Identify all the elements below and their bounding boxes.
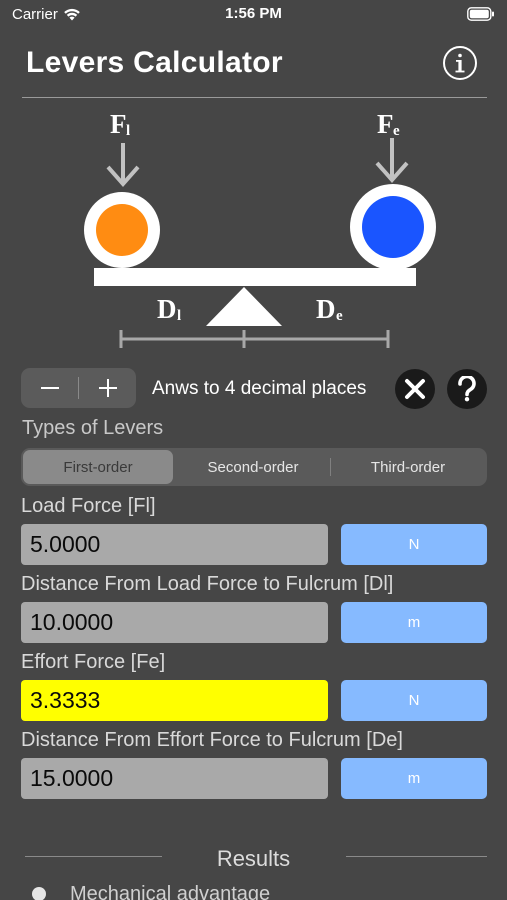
load-distance-label: D (157, 294, 177, 324)
battery-icon (467, 7, 495, 25)
effort-force-subscript: e (393, 123, 400, 139)
decrement-button[interactable] (21, 368, 78, 408)
segment-second-order[interactable]: Second-order (176, 450, 330, 484)
clear-button[interactable] (395, 369, 435, 409)
status-bar: Carrier 1:56 PM (0, 0, 507, 28)
question-mark-icon (458, 376, 476, 402)
lever-type-selector[interactable]: First-order Second-order Third-order (21, 448, 487, 486)
decimal-places-label: Anws to 4 decimal places (152, 378, 367, 399)
load-force-input[interactable]: 5.0000 (21, 524, 328, 565)
load-force-arrow-icon (106, 143, 140, 188)
load-distance-input[interactable]: 10.0000 (21, 602, 328, 643)
fulcrum (206, 287, 282, 326)
result-bullet (32, 887, 46, 900)
result-item: Mechanical advantage (70, 883, 271, 900)
plus-icon (98, 379, 117, 397)
load-distance-unit-button[interactable]: m (341, 602, 487, 643)
load-distance-field-label: Distance From Load Force to Fulcrum [Dl] (21, 573, 394, 595)
info-button[interactable] (442, 45, 478, 81)
help-button[interactable] (447, 369, 487, 409)
decimal-stepper[interactable] (21, 368, 136, 408)
effort-ball (362, 196, 424, 258)
effort-force-field-label: Effort Force [Fe] (21, 651, 166, 673)
increment-button[interactable] (79, 368, 136, 408)
segment-first-order[interactable]: First-order (23, 450, 173, 484)
title-divider (22, 97, 487, 98)
effort-distance-field-label: Distance From Effort Force to Fulcrum [D… (21, 729, 403, 751)
effort-distance-unit-button[interactable]: m (341, 758, 487, 799)
effort-distance-subscript: e (336, 308, 343, 324)
load-distance-subscript: l (177, 308, 181, 324)
load-force-unit-button[interactable]: N (341, 524, 487, 565)
close-icon (405, 379, 425, 399)
segment-third-order[interactable]: Third-order (331, 450, 485, 484)
minus-icon (40, 387, 59, 389)
results-divider-right (346, 856, 487, 857)
info-icon (443, 46, 477, 80)
load-ball (96, 204, 148, 256)
page-title: Levers Calculator (26, 46, 283, 79)
effort-force-arrow-icon (375, 138, 409, 184)
load-force-label: F (110, 109, 127, 139)
lever-types-label: Types of Levers (22, 417, 164, 439)
effort-distance-label: D (316, 294, 336, 324)
effort-force-input[interactable]: 3.3333 (21, 680, 328, 721)
clock: 1:56 PM (225, 5, 282, 22)
results-title: Results (216, 846, 291, 871)
effort-force-label: F (377, 109, 394, 139)
load-force-field-label: Load Force [Fl] (21, 495, 156, 517)
load-force-subscript: l (126, 123, 130, 139)
lever-diagram: F l F e D l D e (84, 109, 436, 348)
effort-force-unit-button[interactable]: N (341, 680, 487, 721)
lever-beam (94, 268, 416, 286)
effort-distance-input[interactable]: 15.0000 (21, 758, 328, 799)
distance-dimension-line (119, 330, 390, 348)
